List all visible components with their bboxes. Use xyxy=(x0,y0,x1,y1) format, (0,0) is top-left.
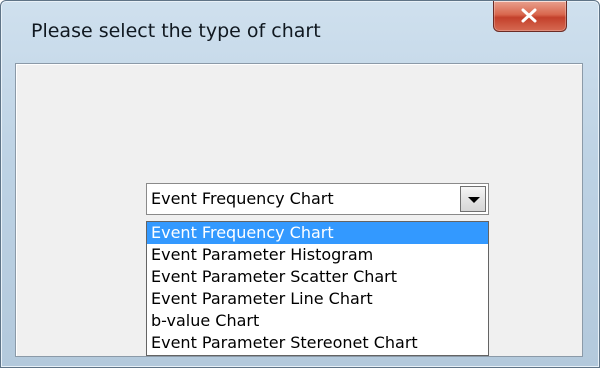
dropdown-option-b-value-chart[interactable]: b-value Chart xyxy=(147,310,488,332)
chart-type-dropdown-list: Event Frequency Chart Event Parameter Hi… xyxy=(146,221,489,356)
title-bar[interactable]: Please select the type of chart xyxy=(1,1,599,57)
close-icon xyxy=(521,8,537,23)
dropdown-option-event-parameter-stereonet-chart[interactable]: Event Parameter Stereonet Chart xyxy=(147,332,488,354)
close-button[interactable] xyxy=(493,1,567,32)
dropdown-option-event-parameter-line-chart[interactable]: Event Parameter Line Chart xyxy=(147,288,488,310)
combobox-dropdown-button[interactable] xyxy=(460,186,486,212)
combobox-selected-value: Event Frequency Chart xyxy=(151,189,334,208)
dialog-title: Please select the type of chart xyxy=(31,20,321,42)
dropdown-option-event-parameter-scatter-chart[interactable]: Event Parameter Scatter Chart xyxy=(147,266,488,288)
dialog-body: Event Frequency Chart Event Frequency Ch… xyxy=(15,63,583,357)
chevron-down-icon xyxy=(468,197,480,203)
dropdown-option-event-parameter-histogram[interactable]: Event Parameter Histogram xyxy=(147,244,488,266)
dropdown-option-event-frequency-chart[interactable]: Event Frequency Chart xyxy=(147,222,488,244)
chart-type-combobox[interactable]: Event Frequency Chart xyxy=(146,183,489,215)
chart-type-dialog: Please select the type of chart Event Fr… xyxy=(0,0,600,368)
